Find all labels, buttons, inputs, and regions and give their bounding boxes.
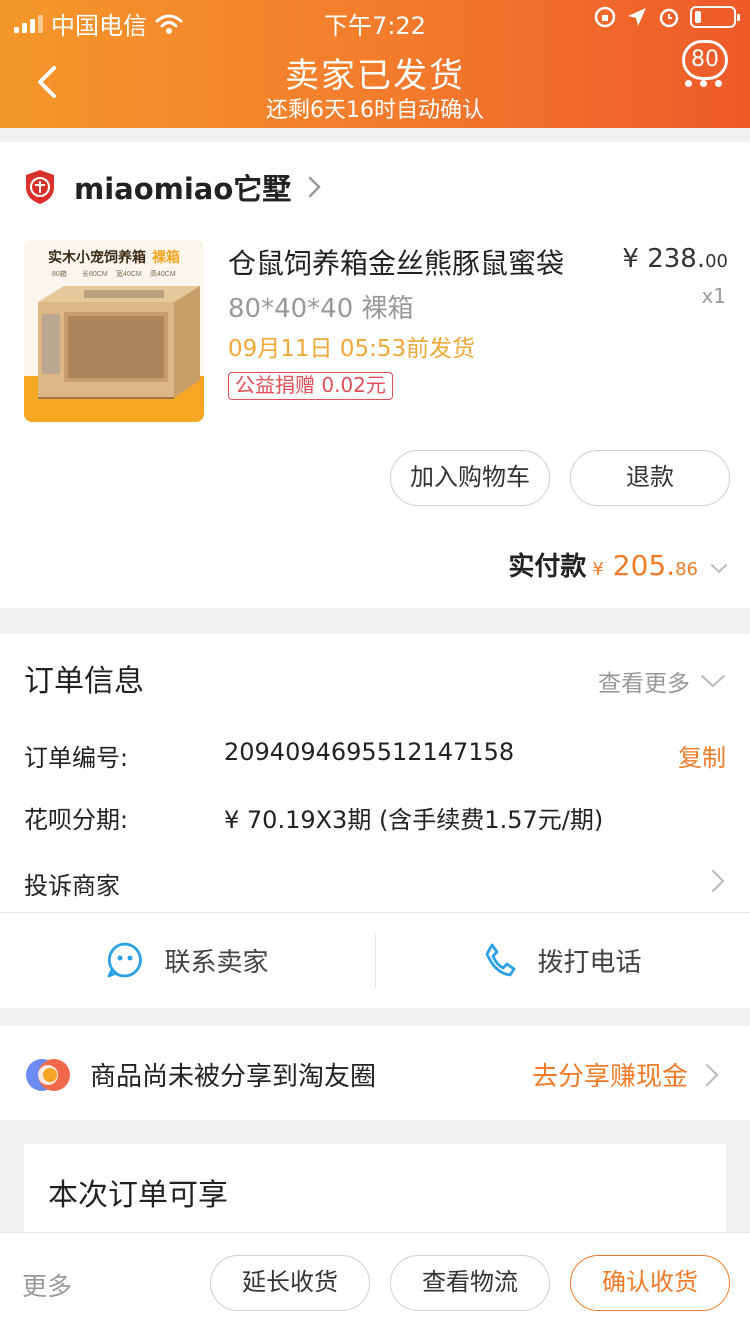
header: 中国电信 下午7:22 卖家已发货 还剩6天16时自动确认 80 — [0, 0, 750, 128]
product-price-cents: 00 — [705, 251, 728, 272]
more-button[interactable]: 更多 — [22, 1267, 72, 1303]
share-earn-link[interactable]: 去分享赚现金 — [532, 1056, 688, 1093]
chevron-down-icon — [711, 564, 727, 574]
chevron-right-icon — [309, 176, 322, 198]
location-icon — [628, 8, 646, 26]
copy-button[interactable]: 复制 — [678, 738, 726, 773]
chevron-right-icon — [712, 870, 725, 892]
product-spec: 80*40*40 裸箱 — [228, 294, 414, 324]
order-number-label: 订单编号: — [24, 744, 129, 772]
benefits-title: 本次订单可享 — [48, 1178, 228, 1213]
image-size-tag: 长80CM — [82, 269, 108, 278]
complain-seller-label: 投诉商家 — [24, 872, 120, 900]
auto-confirm-countdown: 还剩6天16时自动确认 — [266, 98, 484, 123]
image-size-tag: 宽40CM — [116, 269, 142, 278]
actual-payment-row[interactable]: 实付款 ¥ 205.86 — [508, 546, 728, 583]
contact-seller-label: 联系卖家 — [164, 947, 269, 978]
share-card[interactable]: 商品尚未被分享到淘友圈 去分享赚现金 — [0, 1026, 750, 1120]
status-bar: 中国电信 下午7:22 — [0, 0, 750, 40]
view-more-label: 查看更多 — [598, 671, 690, 697]
call-phone-label: 拨打电话 — [537, 947, 642, 978]
product-price-main: ¥ 238. — [622, 244, 706, 274]
confirm-receipt-button[interactable]: 确认收货 — [570, 1255, 730, 1311]
chevron-right-icon — [706, 1064, 719, 1086]
shop-badge-icon — [26, 170, 54, 204]
installment-label: 花呗分期: — [24, 806, 129, 834]
ship-deadline: 09月11日 05:53前发货 — [228, 336, 476, 362]
status-right — [594, 6, 740, 28]
actual-payment-main: 205. — [612, 549, 676, 582]
installment-value: ¥ 70.19X3期 (含手续费1.57元/期) — [224, 806, 604, 834]
extend-receipt-button[interactable]: 延长收货 — [210, 1255, 370, 1311]
more-menu-icon[interactable] — [685, 80, 722, 87]
add-to-cart-button[interactable]: 加入购物车 — [390, 450, 550, 506]
order-info-card: 订单信息 查看更多 订单编号: 2094094695512147158 复制 花… — [0, 634, 750, 1008]
message-count-badge[interactable]: 80 — [682, 40, 728, 80]
shop-name: miaomiao它墅 — [74, 172, 292, 206]
view-more-button[interactable]: 查看更多 — [598, 664, 726, 698]
alarm-icon — [659, 8, 679, 28]
charity-tag: 公益捐赠 0.02元 — [228, 372, 393, 400]
taoyouquan-icon — [26, 1059, 70, 1091]
page-title: 卖家已发货 — [285, 56, 465, 96]
product-title[interactable]: 仓鼠饲养箱金丝熊豚鼠蜜袋 — [228, 242, 564, 282]
contact-seller-button[interactable]: 联系卖家 — [0, 912, 375, 1008]
phone-icon — [486, 943, 516, 977]
call-phone-button[interactable]: 拨打电话 — [375, 912, 750, 1008]
bottom-action-bar: 更多 延长收货 查看物流 确认收货 — [0, 1232, 750, 1334]
refund-button[interactable]: 退款 — [570, 450, 730, 506]
product-image[interactable]: 实木小宠饲养箱 裸箱 80箱 长80CM 宽40CM 高40CM — [24, 240, 204, 422]
rotation-lock-icon — [594, 6, 616, 28]
actual-payment-label: 实付款 — [508, 552, 587, 582]
view-logistics-button[interactable]: 查看物流 — [390, 1255, 550, 1311]
order-benefits-card: 本次订单可享 — [24, 1144, 726, 1244]
chat-face-icon — [108, 942, 143, 978]
actual-payment-cents: 86 — [675, 559, 698, 580]
image-headline: 实木小宠饲养箱 — [48, 249, 146, 265]
order-number-value: 2094094695512147158 — [224, 738, 515, 766]
product-cage-illustration: 实木小宠饲养箱 裸箱 80箱 长80CM 宽40CM 高40CM — [24, 240, 204, 422]
order-card: miaomiao它墅 实木小宠饲养箱 裸箱 80箱 长80CM 宽40CM 高4… — [0, 142, 750, 608]
image-size-tag: 高40CM — [150, 269, 176, 278]
share-status-text: 商品尚未被分享到淘友圈 — [90, 1062, 377, 1092]
actual-payment-amount: ¥ 205.86 — [592, 549, 698, 582]
shop-row[interactable]: miaomiao它墅 — [24, 166, 323, 208]
product-quantity: x1 — [701, 284, 726, 308]
product-price: ¥ 238.00 — [622, 244, 728, 274]
order-info-title: 订单信息 — [24, 664, 144, 699]
chevron-down-icon — [701, 675, 725, 688]
currency-symbol: ¥ — [592, 559, 604, 580]
image-badge: 裸箱 — [152, 249, 180, 265]
battery-icon — [690, 6, 740, 28]
image-size-tag: 80箱 — [52, 269, 67, 278]
